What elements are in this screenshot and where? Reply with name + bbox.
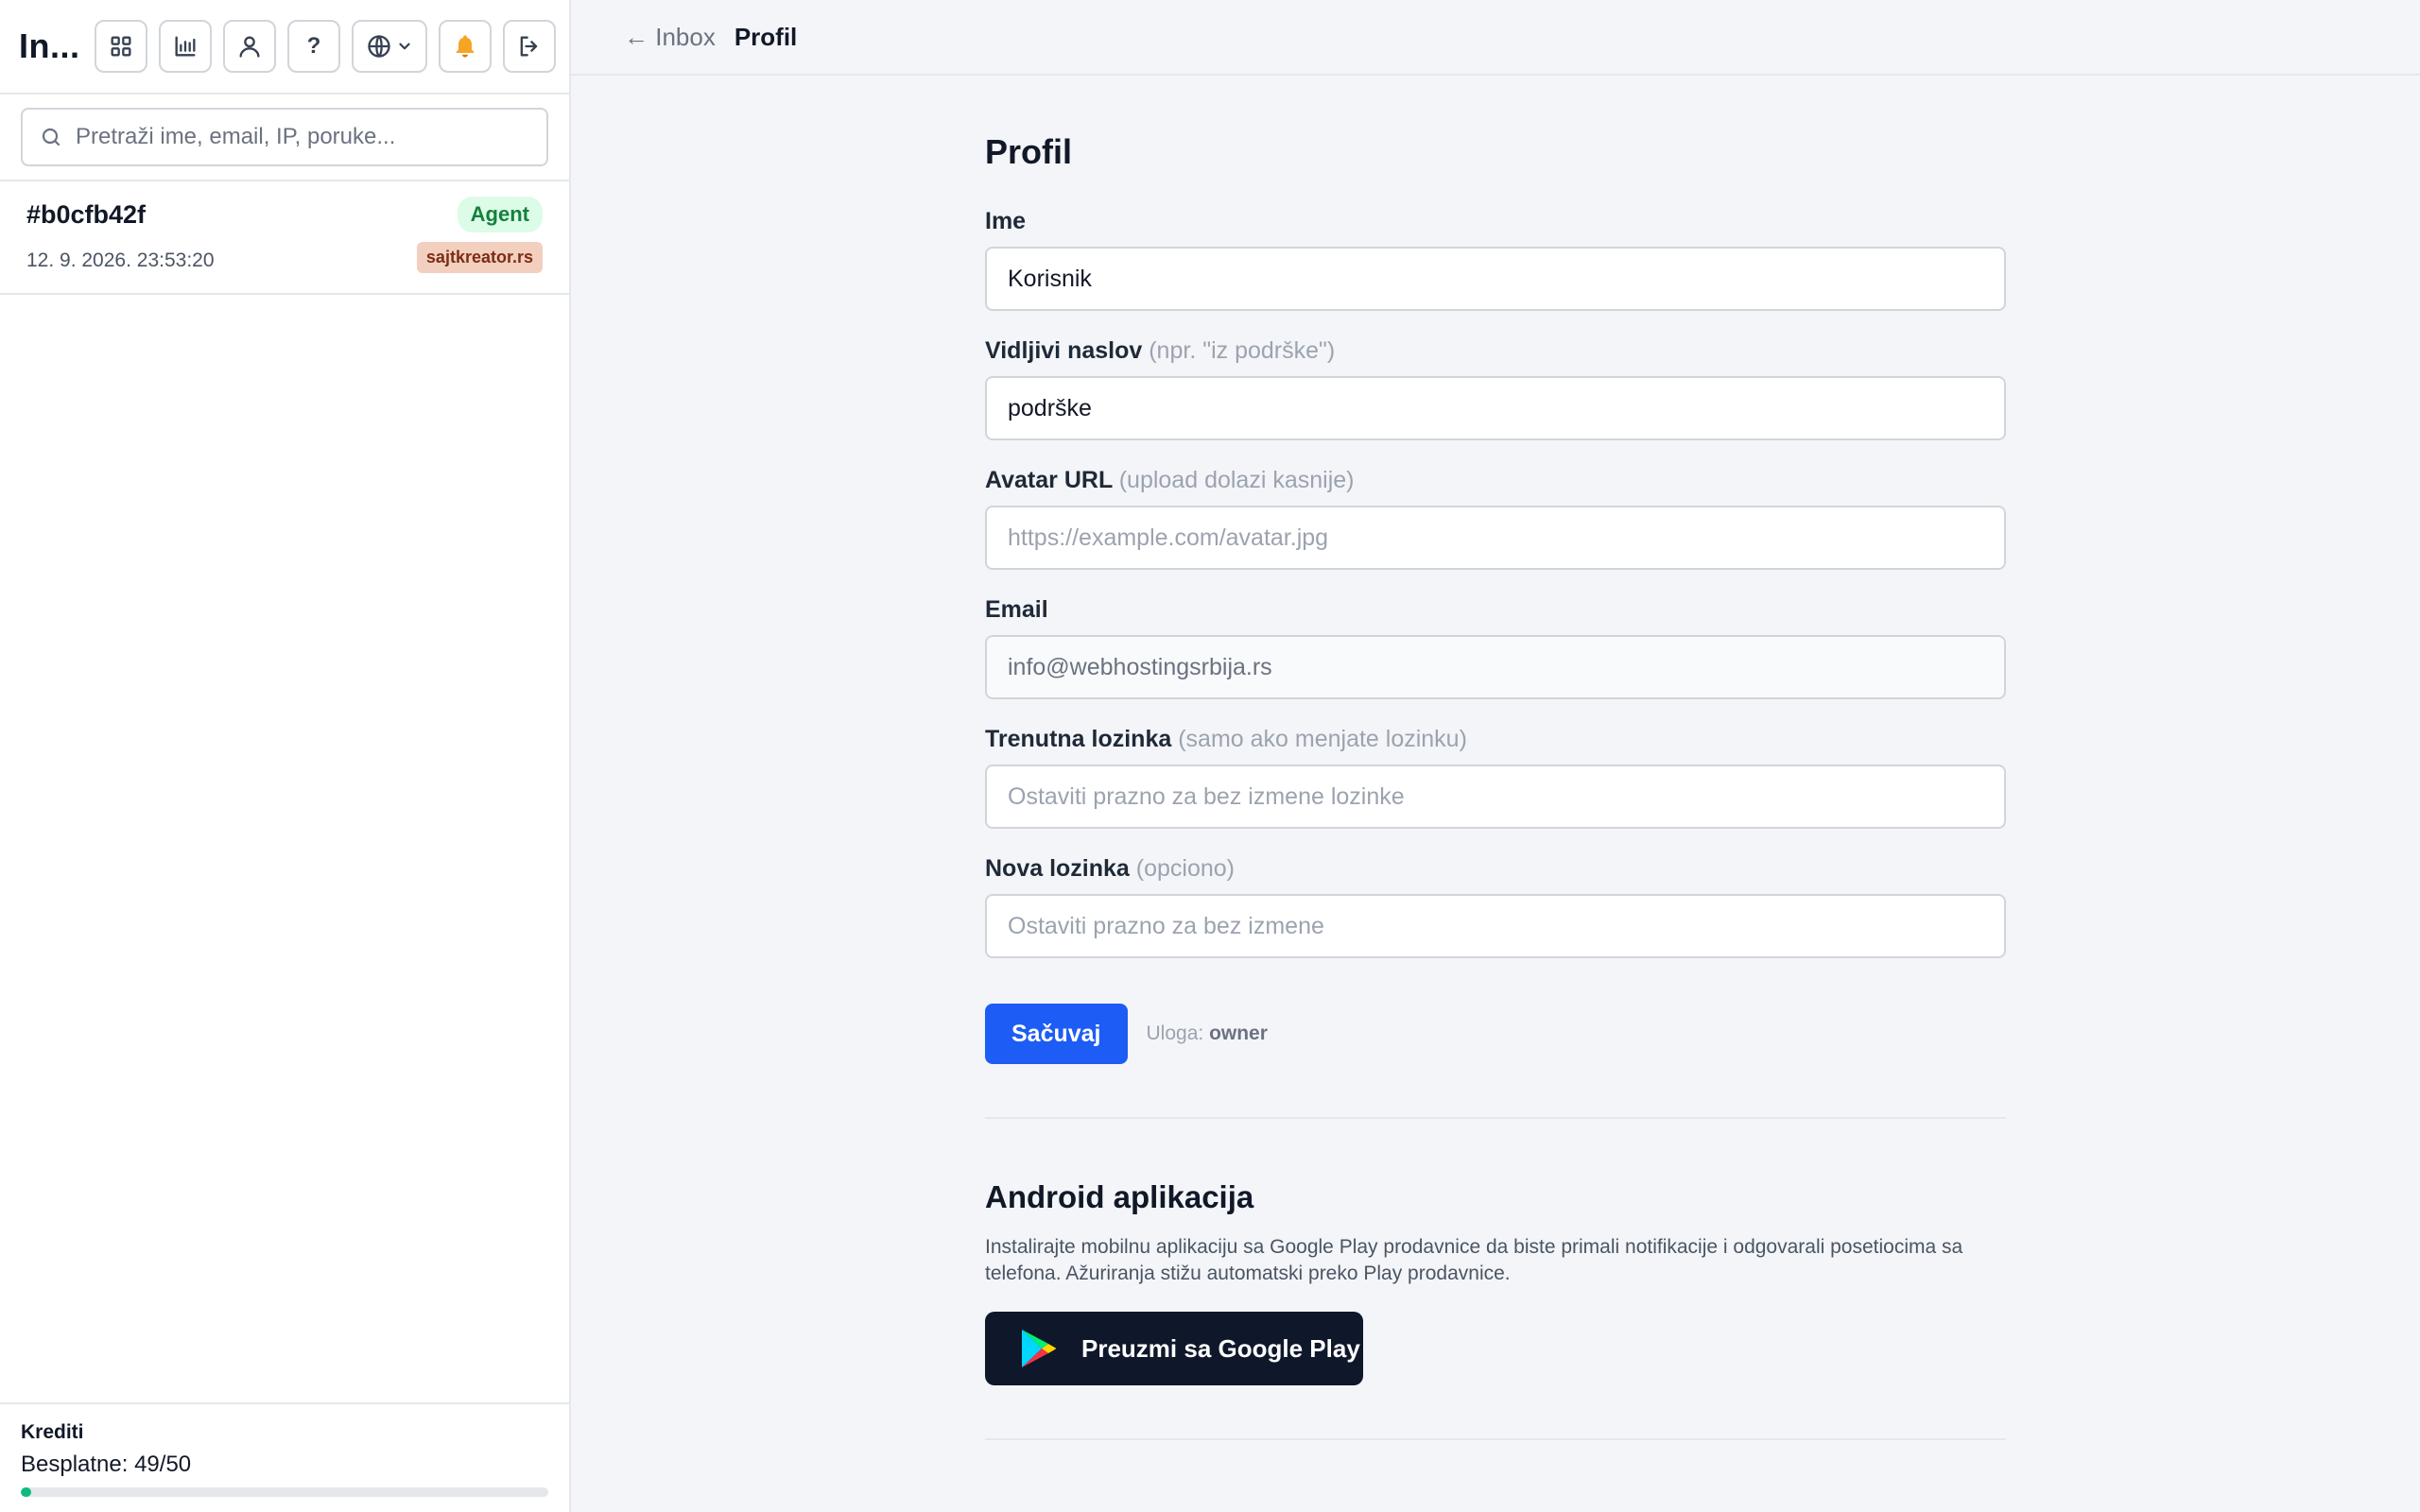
agent-badge: Agent: [457, 197, 543, 232]
section-divider: [985, 1117, 2006, 1119]
android-description: Instalirajte mobilnu aplikaciju sa Googl…: [985, 1236, 1963, 1284]
save-button[interactable]: Sačuvaj: [985, 1004, 1128, 1064]
name-field: Ime: [985, 208, 2006, 311]
app-title: In...: [19, 26, 80, 65]
visible-title-input[interactable]: [1008, 394, 1983, 422]
chevron-down-icon: [399, 43, 410, 50]
main-area: ← Inbox Profil Profil Ime Vidljivi naslo…: [571, 0, 2420, 1512]
avatar-hint: (upload dolazi kasnije): [1118, 467, 1355, 493]
language-button[interactable]: [352, 20, 427, 73]
breadcrumb-current: Profil: [734, 22, 798, 51]
help-button[interactable]: ?: [287, 20, 340, 73]
bar-chart-icon: [175, 36, 196, 57]
name-label: Ime: [985, 208, 1027, 234]
credits-value: Besplatne: 49/50: [21, 1452, 192, 1477]
search-box[interactable]: [21, 108, 548, 166]
current-password-input[interactable]: [1008, 782, 1983, 811]
page-title: Profil: [985, 132, 1073, 171]
email-input: [1008, 653, 1983, 681]
user-icon: [239, 36, 260, 58]
current-password-label: Trenutna lozinka: [985, 726, 1172, 752]
dashboard-button[interactable]: [95, 20, 147, 73]
current-password-hint: (samo ako menjate lozinku): [1178, 726, 1467, 752]
section-divider-bottom: [985, 1438, 2006, 1440]
profile-button[interactable]: [223, 20, 276, 73]
role-info: Uloga: owner: [1147, 1022, 1268, 1045]
bell-icon: [456, 35, 475, 58]
form-actions: Sačuvaj Uloga: owner: [985, 1004, 2006, 1064]
search-input[interactable]: [76, 124, 529, 150]
breadcrumb: ← Inbox Profil: [571, 0, 2420, 76]
role-label: Uloga:: [1146, 1022, 1204, 1044]
logout-button[interactable]: [503, 20, 556, 73]
sidebar-toolbar: In... ?: [0, 0, 569, 94]
globe-icon: [368, 35, 390, 58]
visible-title-hint: (npr. "iz podrške"): [1149, 337, 1336, 364]
google-play-button[interactable]: Preuzmi sa Google Play: [985, 1312, 1363, 1385]
conversation-item[interactable]: #b0cfb42f 12. 9. 2026. 23:53:20 Agent sa…: [0, 181, 569, 295]
credits-progress-fill: [21, 1487, 32, 1497]
grid-icon: [111, 36, 131, 57]
current-password-field: Trenutna lozinka (samo ako menjate lozin…: [985, 726, 2006, 829]
profile-form: Profil Ime Vidljivi naslov (npr. "iz pod…: [985, 132, 2006, 1440]
credits-progress: [21, 1487, 548, 1497]
google-play-icon: [1022, 1330, 1056, 1367]
credits-title: Krediti: [21, 1421, 84, 1443]
email-field: Email: [985, 596, 2006, 699]
visible-title-label: Vidljivi naslov: [985, 337, 1143, 364]
new-password-input[interactable]: [1008, 912, 1983, 940]
new-password-label: Nova lozinka: [985, 855, 1130, 882]
conversation-id: #b0cfb42f: [26, 200, 147, 229]
sidebar: In... ? #b0cfb42f 12. 9. 2026. 23:53:20: [0, 0, 571, 1512]
search-icon: [42, 128, 60, 146]
google-play-label: Preuzmi sa Google Play: [1081, 1333, 1360, 1363]
avatar-label: Avatar URL: [985, 467, 1113, 493]
stats-button[interactable]: [159, 20, 212, 73]
new-password-hint: (opciono): [1135, 855, 1236, 882]
new-password-field: Nova lozinka (opciono): [985, 855, 2006, 958]
notifications-button[interactable]: [439, 20, 492, 73]
android-section-title: Android aplikacija: [985, 1179, 1254, 1214]
conversation-date: 12. 9. 2026. 23:53:20: [26, 249, 215, 271]
email-label: Email: [985, 596, 1048, 623]
site-badge: sajtkreator.rs: [416, 242, 543, 273]
avatar-field: Avatar URL (upload dolazi kasnije): [985, 467, 2006, 570]
avatar-url-input[interactable]: [1008, 524, 1983, 552]
help-icon: ?: [306, 33, 321, 59]
search-area: [0, 94, 569, 181]
back-to-inbox-link[interactable]: ← Inbox: [624, 23, 716, 52]
visible-title-field: Vidljivi naslov (npr. "iz podrške"): [985, 337, 2006, 440]
name-input[interactable]: [1008, 265, 1983, 293]
credits-panel: Krediti Besplatne: 49/50: [0, 1402, 569, 1512]
role-value: owner: [1209, 1022, 1268, 1044]
logout-icon: [520, 36, 538, 57]
